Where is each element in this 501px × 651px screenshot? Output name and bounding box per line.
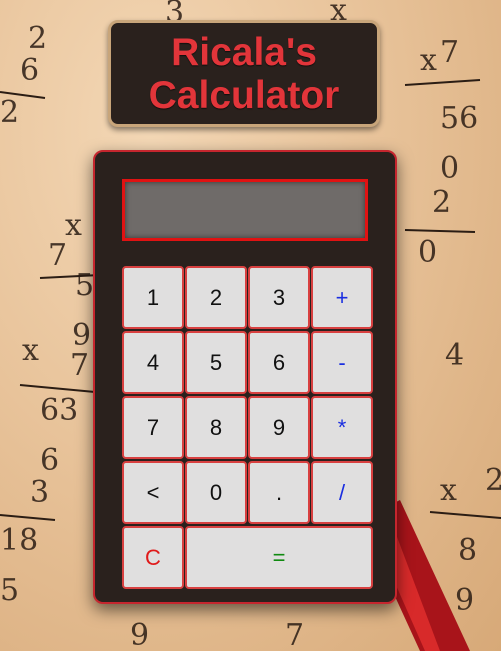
- svg-text:56: 56: [440, 101, 478, 136]
- svg-text:2: 2: [28, 21, 47, 56]
- key-1[interactable]: 1: [122, 266, 184, 329]
- svg-text:8: 8: [458, 533, 477, 568]
- svg-text:18: 18: [0, 523, 38, 558]
- svg-text:5: 5: [0, 573, 19, 608]
- svg-text:2: 2: [432, 185, 451, 220]
- svg-text:3: 3: [30, 475, 49, 510]
- title-line-1: Ricala's: [171, 30, 317, 74]
- svg-text:63: 63: [40, 393, 78, 428]
- key-backspace[interactable]: <: [122, 461, 184, 524]
- key-2[interactable]: 2: [185, 266, 247, 329]
- svg-text:x: x: [420, 43, 437, 78]
- key-8[interactable]: 8: [185, 396, 247, 459]
- svg-text:6: 6: [40, 443, 59, 478]
- key-7[interactable]: 7: [122, 396, 184, 459]
- svg-text:0: 0: [418, 235, 437, 270]
- calculator-panel: 1 2 3 + 4 5 6 - 7 8 9 * < 0 . / C =: [93, 150, 397, 604]
- key-divide[interactable]: /: [311, 461, 373, 524]
- title-banner: Ricala's Calculator: [108, 20, 380, 127]
- key-5[interactable]: 5: [185, 331, 247, 394]
- svg-text:9: 9: [455, 583, 474, 618]
- svg-text:7: 7: [70, 348, 89, 383]
- svg-text:x: x: [440, 473, 457, 508]
- key-9[interactable]: 9: [248, 396, 310, 459]
- svg-text:x: x: [22, 333, 39, 368]
- svg-text:9: 9: [130, 618, 149, 651]
- svg-text:0: 0: [440, 151, 459, 186]
- svg-text:2: 2: [0, 95, 19, 130]
- svg-text:7: 7: [440, 35, 459, 70]
- title-line-2: Calculator: [148, 73, 340, 117]
- key-0[interactable]: 0: [185, 461, 247, 524]
- svg-text:2: 2: [485, 463, 501, 498]
- key-clear[interactable]: C: [122, 526, 184, 589]
- key-subtract[interactable]: -: [311, 331, 373, 394]
- key-add[interactable]: +: [311, 266, 373, 329]
- key-6[interactable]: 6: [248, 331, 310, 394]
- svg-text:7: 7: [48, 238, 67, 273]
- key-equals[interactable]: =: [185, 526, 373, 589]
- svg-text:4: 4: [445, 338, 464, 373]
- calculator-display: [122, 179, 368, 241]
- key-3[interactable]: 3: [248, 266, 310, 329]
- key-decimal[interactable]: .: [248, 461, 310, 524]
- svg-text:x: x: [65, 208, 82, 243]
- svg-text:6: 6: [20, 53, 39, 88]
- key-4[interactable]: 4: [122, 331, 184, 394]
- key-multiply[interactable]: *: [311, 396, 373, 459]
- svg-text:7: 7: [285, 618, 304, 651]
- keypad: 1 2 3 + 4 5 6 - 7 8 9 * < 0 . / C =: [122, 266, 373, 589]
